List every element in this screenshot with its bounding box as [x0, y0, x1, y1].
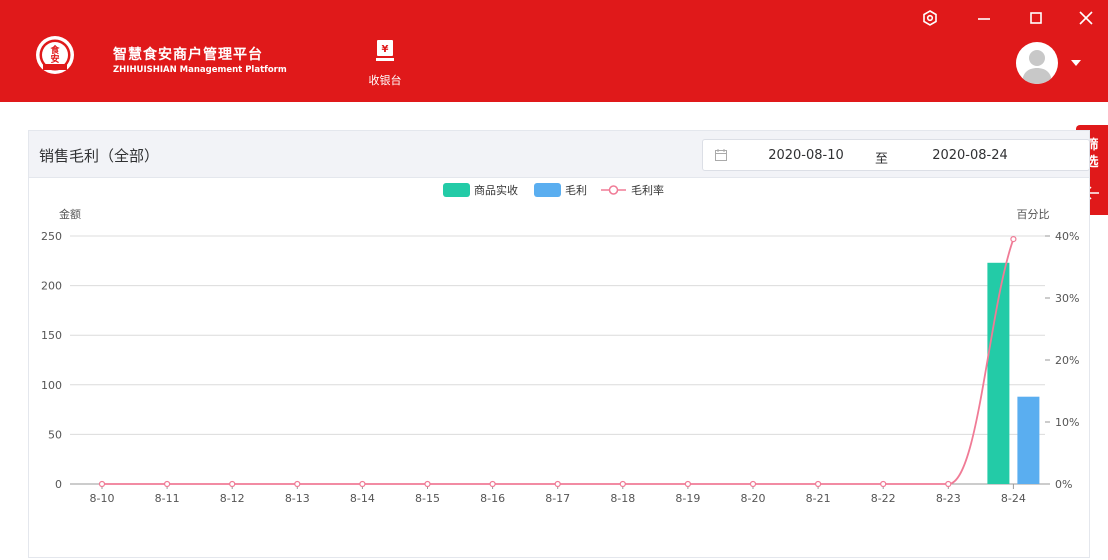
legend-label: 商品实收 [474, 183, 518, 197]
margin-rate-point [164, 480, 171, 488]
x-tick-label: 8-13 [285, 492, 310, 505]
margin-rate-point [749, 480, 757, 488]
x-tick-label: 8-14 [350, 492, 375, 505]
margin-rate-point [684, 480, 692, 488]
margin-rate-point [98, 480, 106, 488]
legend-marker [608, 185, 619, 195]
x-tick-label: 8-10 [90, 492, 115, 505]
y-right-tick-label: 20% [1055, 354, 1079, 367]
margin-rate-line [102, 238, 1015, 485]
x-tick-label: 8-21 [806, 492, 831, 505]
y-left-tick-label: 0 [55, 478, 62, 491]
x-tick-label: 8-15 [415, 492, 440, 505]
x-tick-label: 8-20 [741, 492, 766, 505]
margin-rate-point [489, 480, 496, 488]
y-right-axis-title: 百分比 [1017, 208, 1050, 221]
y-right-tick-label: 10% [1055, 416, 1079, 429]
margin-rate-point [880, 480, 887, 488]
legend-label: 毛利率 [631, 183, 664, 197]
y-left-tick-label: 50 [48, 428, 62, 441]
margin-rate-point [294, 480, 301, 488]
y-right-tick-label: 30% [1055, 292, 1079, 305]
gross-profit-chart: 0 50 100 150 200 250 0% 10% 20% 30% 40% 金额 百分比 8-10 8-… [41, 183, 1079, 505]
margin-rate-point [945, 480, 952, 488]
margin-rate-point [229, 480, 236, 488]
legend-swatch [443, 183, 470, 197]
y-right-tick-label: 0% [1055, 478, 1072, 491]
y-left-tick-label: 250 [41, 230, 62, 243]
margin-rate-point [424, 480, 431, 488]
x-tick-label: 8-16 [480, 492, 505, 505]
legend-label: 毛利 [565, 184, 587, 197]
margin-rate-point [814, 480, 822, 488]
y-right-tick-label: 40% [1055, 230, 1079, 243]
x-tick-label: 8-18 [610, 492, 635, 505]
x-tick-label: 8-22 [871, 492, 896, 505]
y-left-tick-label: 150 [41, 329, 62, 342]
y-left-tick-label: 200 [41, 280, 62, 293]
x-tick-label: 8-19 [675, 492, 700, 505]
margin-rate-point [1010, 236, 1017, 243]
margin-rate-point [554, 480, 561, 488]
x-tick-label: 8-11 [155, 492, 180, 505]
margin-rate-point [359, 480, 366, 488]
y-left-tick-label: 100 [41, 379, 62, 392]
y-left-axis-title: 金额 [59, 207, 81, 221]
bar-profit [1017, 396, 1040, 484]
x-tick-label: 8-24 [1001, 492, 1026, 505]
x-tick-label: 8-23 [936, 492, 961, 505]
x-tick-label: 8-17 [545, 492, 570, 505]
x-tick-label: 8-12 [220, 492, 245, 505]
legend-swatch [534, 183, 561, 197]
margin-rate-point [619, 480, 626, 488]
